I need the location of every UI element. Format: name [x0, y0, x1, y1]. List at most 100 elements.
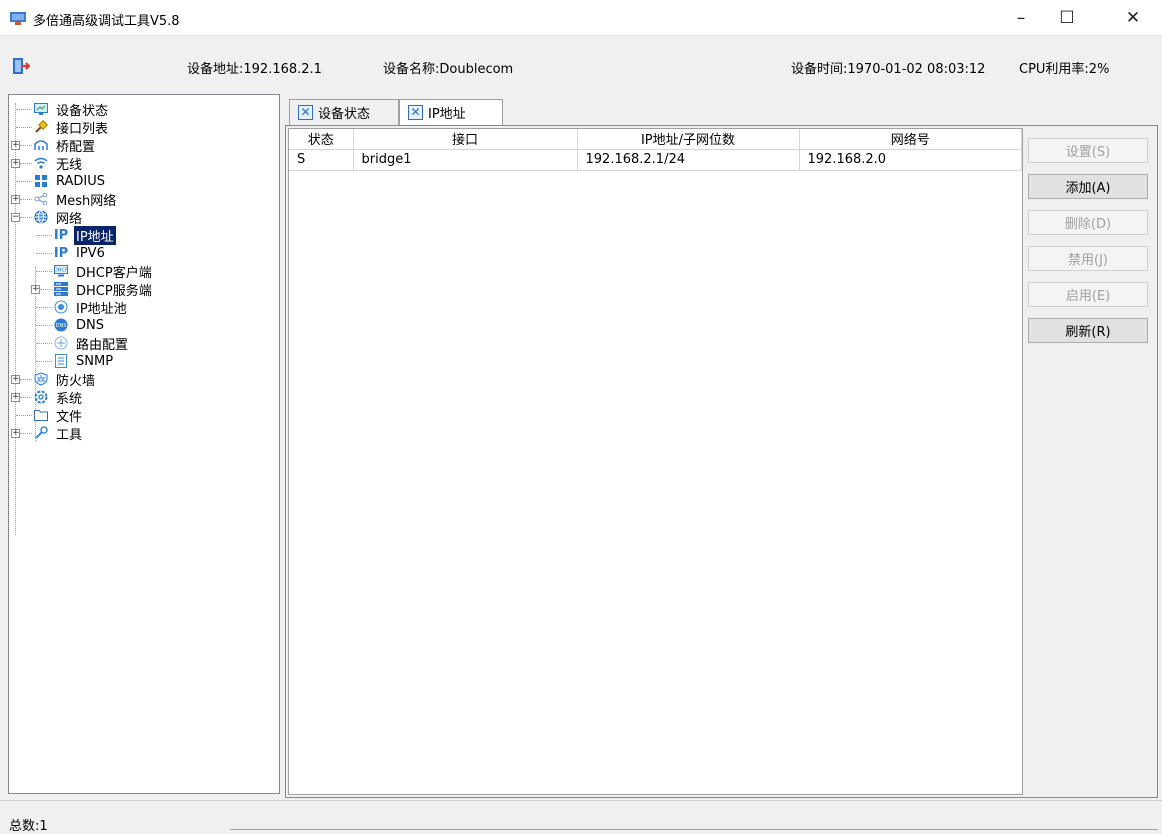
table-row[interactable]: S bridge1 192.168.2.1/24 192.168.2.0	[289, 149, 1022, 171]
column-header-interface[interactable]: 接口	[353, 129, 578, 150]
tree-item-snmp[interactable]: SNMP	[53, 352, 115, 370]
gear-icon	[33, 389, 49, 405]
maximize-button[interactable]: ☐	[1044, 0, 1090, 36]
column-header-status[interactable]: 状态	[289, 129, 354, 150]
tree-item-label: RADIUS	[56, 173, 106, 189]
tree-item-ipv6[interactable]: IP IPV6	[53, 244, 107, 262]
tree-item-label: SNMP	[76, 353, 114, 369]
add-button[interactable]: 添加(A)	[1028, 174, 1148, 199]
svg-text:DHCP: DHCP	[54, 268, 68, 274]
tree-item-dhcp-server[interactable]: DHCP服务端	[53, 280, 154, 299]
tree-item-label: 系统	[56, 391, 83, 407]
expand-toggle[interactable]: +	[11, 195, 20, 204]
device-time: 设备时间:1970-01-02 08:03:12	[791, 62, 986, 77]
tab-label: 设备状态	[318, 107, 371, 122]
status-bar: 总数:1	[0, 800, 1162, 834]
monitor-icon	[33, 101, 49, 117]
tree-item-label: 防火墙	[56, 373, 96, 389]
title-bar: 多倍通高级调试工具V5.8 – ☐ ✕	[0, 0, 1162, 36]
tree-item-bridge[interactable]: 桥配置	[33, 136, 97, 155]
ip-icon: IP	[53, 245, 69, 261]
delete-button[interactable]: 删除(D)	[1028, 210, 1148, 235]
tree-item-dns[interactable]: DNS DNS	[53, 316, 106, 334]
dhcp-server-icon	[53, 281, 69, 297]
collapse-toggle[interactable]: −	[11, 213, 20, 222]
cpu-usage: CPU利用率:2%	[1019, 62, 1110, 77]
tree-item-label: 桥配置	[56, 139, 96, 155]
wrench-icon	[33, 425, 49, 441]
tree-item-label: 工具	[56, 427, 83, 443]
tree-item-firewall[interactable]: 防火墙	[33, 370, 97, 389]
expand-toggle[interactable]: +	[11, 375, 20, 384]
tree-item-label: 接口列表	[56, 121, 109, 137]
table-header-row: 状态 接口 IP地址/子网位数 网络号	[289, 129, 1022, 150]
tab-close-icon[interactable]: ✕	[408, 105, 423, 120]
globe-icon	[33, 209, 49, 225]
device-address: 设备地址:192.168.2.1	[187, 62, 322, 77]
expand-toggle[interactable]: +	[11, 429, 20, 438]
close-button[interactable]: ✕	[1108, 0, 1158, 36]
tab-close-icon[interactable]: ✕	[298, 105, 313, 120]
tree-item-wireless[interactable]: 无线	[33, 154, 84, 173]
disable-button[interactable]: 禁用(J)	[1028, 246, 1148, 271]
pool-icon	[53, 299, 69, 315]
app-icon	[10, 12, 26, 25]
svg-text:DNS: DNS	[56, 323, 67, 329]
enable-button[interactable]: 启用(E)	[1028, 282, 1148, 307]
device-name: 设备名称:Doublecom	[383, 62, 514, 77]
expand-toggle[interactable]: +	[11, 141, 20, 150]
dns-icon: DNS	[53, 317, 69, 333]
ip-icon: IP	[53, 227, 69, 243]
firewall-icon	[33, 371, 49, 387]
tree-item-device-status[interactable]: 设备状态	[33, 100, 110, 119]
device-info-bar: 设备地址:192.168.2.1 设备名称:Doublecom 设备时间:197…	[0, 37, 1162, 87]
tree-item-ip-address[interactable]: IP IP地址	[53, 225, 116, 245]
tree-item-file[interactable]: 文件	[33, 406, 84, 425]
tree-item-label: 文件	[56, 409, 83, 425]
tree-item-mesh[interactable]: Mesh网络	[33, 190, 118, 209]
set-button[interactable]: 设置(S)	[1028, 138, 1148, 163]
tab-ip-address[interactable]: ✕ IP地址	[399, 99, 503, 125]
cell-interface: bridge1	[353, 149, 578, 171]
dhcp-client-icon: DHCP	[53, 263, 69, 279]
ip-address-table[interactable]: 状态 接口 IP地址/子网位数 网络号 S bridge1 192.168.2.…	[288, 128, 1023, 795]
action-buttons: 设置(S) 添加(A) 删除(D) 禁用(J) 启用(E) 刷新(R)	[1028, 138, 1148, 354]
total-count: 总数:1	[9, 819, 48, 834]
tree-item-label: Mesh网络	[56, 193, 117, 209]
exit-icon[interactable]	[12, 57, 30, 75]
tree-item-label: 网络	[56, 211, 83, 227]
expand-toggle[interactable]: +	[11, 393, 20, 402]
cell-network: 192.168.2.0	[799, 149, 1022, 171]
expand-toggle[interactable]: +	[31, 285, 40, 294]
tree-item-tools[interactable]: 工具	[33, 424, 84, 443]
column-header-network[interactable]: 网络号	[799, 129, 1022, 150]
tab-label: IP地址	[428, 107, 466, 122]
window-title: 多倍通高级调试工具V5.8	[33, 14, 180, 29]
refresh-button[interactable]: 刷新(R)	[1028, 318, 1148, 343]
radius-icon	[33, 173, 49, 189]
tree-item-system[interactable]: 系统	[33, 388, 84, 407]
tree-item-interface-list[interactable]: 接口列表	[33, 118, 110, 137]
share-icon	[33, 191, 49, 207]
tree-item-dhcp-client[interactable]: DHCP DHCP客户端	[53, 262, 154, 281]
tree-item-label: DHCP客户端	[76, 265, 152, 281]
tree-item-routing[interactable]: 路由配置	[53, 334, 130, 353]
ip-address-panel: 状态 接口 IP地址/子网位数 网络号 S bridge1 192.168.2.…	[285, 125, 1158, 798]
status-divider	[230, 829, 1158, 830]
tab-device-status[interactable]: ✕ 设备状态	[289, 99, 399, 125]
tree-item-network[interactable]: 网络	[33, 208, 84, 227]
column-header-ip-prefix[interactable]: IP地址/子网位数	[577, 129, 800, 150]
expand-toggle[interactable]: +	[11, 159, 20, 168]
tree-item-label: 设备状态	[56, 103, 109, 119]
minimize-button[interactable]: –	[998, 0, 1044, 36]
cell-status: S	[289, 149, 354, 171]
tree-item-radius[interactable]: RADIUS	[33, 172, 107, 190]
tree-item-label: IP地址池	[76, 301, 127, 317]
navigation-tree[interactable]: 设备状态 接口列表 + 桥配置 + 无线 RADIUS + Mesh网络 − 网…	[8, 94, 280, 794]
route-icon	[53, 335, 69, 351]
folder-icon	[33, 407, 49, 423]
plug-icon	[33, 119, 49, 135]
bridge-icon	[33, 137, 49, 153]
cell-ip-prefix: 192.168.2.1/24	[577, 149, 800, 171]
tree-item-ip-pool[interactable]: IP地址池	[53, 298, 129, 317]
